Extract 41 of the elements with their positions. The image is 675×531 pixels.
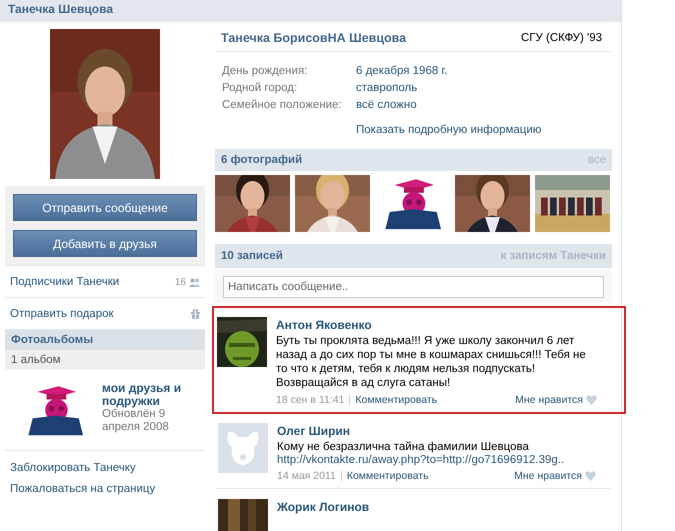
- field-value[interactable]: всё сложно: [356, 99, 605, 111]
- author-name[interactable]: Жорик Логинов: [277, 500, 596, 514]
- author-name[interactable]: Олег Ширин: [277, 424, 596, 438]
- author-name[interactable]: Антон Яковенко: [276, 318, 597, 332]
- education: СГУ (СКФУ) '93: [520, 32, 602, 44]
- field-value[interactable]: 6 декабря 1968 г.: [356, 65, 605, 77]
- like-button[interactable]: Мне нравится: [515, 394, 597, 406]
- comment-link[interactable]: Комментировать: [346, 470, 429, 482]
- follower-count: 16: [174, 276, 186, 288]
- like-button[interactable]: Мне нравится: [514, 470, 596, 482]
- sidebar-link[interactable]: Заблокировать Танечку: [5, 459, 205, 480]
- sidebar-link[interactable]: Пожаловаться на страницу: [5, 480, 205, 501]
- profile-name: Танечка БорисовНА Шевцова: [221, 31, 406, 45]
- page-title: Танечка Шевцова: [8, 2, 114, 16]
- post-date: 14 мая 2011: [277, 470, 336, 482]
- album-title[interactable]: мои друзья и подружки: [102, 382, 200, 408]
- post-date: 18 сен в 11:41: [276, 394, 344, 406]
- message-field[interactable]: Написать сообщение..: [223, 276, 604, 298]
- field-label: День рождения:: [222, 65, 308, 77]
- field-value[interactable]: ставрополь: [356, 82, 605, 94]
- sidebar-link[interactable]: Подписчики Танечки: [10, 276, 120, 288]
- section-header: Фотоальбомы: [5, 330, 205, 350]
- field-label: Семейное положение:: [222, 99, 343, 111]
- section-title: 6 фотографий: [221, 154, 302, 166]
- people-icon: [189, 278, 200, 286]
- section-title: 10 записей: [221, 250, 283, 262]
- gift-icon: [191, 309, 200, 319]
- heart-icon: [585, 471, 596, 481]
- field-label: Родной город:: [222, 82, 298, 94]
- default-avatar-icon: [218, 423, 268, 473]
- album-date: Обновлён 9 апреля 2008: [102, 408, 170, 434]
- heart-icon: [586, 395, 597, 405]
- post-text: Буть ты проклята ведьма!!! Я уже школу закончил 6 лет назад а до сих пор ты мне в кошмарах снишься!!! Тебя не то что к детям, тебя к людям нельзя подпускать! Возвращайся в ад слуга сатаны!: [276, 334, 587, 390]
- post-link[interactable]: http://vkontakte.ru/away.php?to=http://go71696912.39g..: [277, 454, 596, 466]
- post-text: Кому не безразлична тайна фамилии Шевцова: [277, 440, 530, 454]
- comment-link[interactable]: Комментировать: [355, 394, 438, 406]
- more-info-link[interactable]: Показать подробную информацию: [356, 124, 612, 136]
- album-count: 1 альбом: [5, 350, 205, 370]
- profile-button[interactable]: Отправить сообщение: [13, 194, 197, 221]
- profile-button[interactable]: Добавить в друзья: [13, 230, 197, 257]
- sidebar-link[interactable]: Отправить подарок: [10, 308, 114, 320]
